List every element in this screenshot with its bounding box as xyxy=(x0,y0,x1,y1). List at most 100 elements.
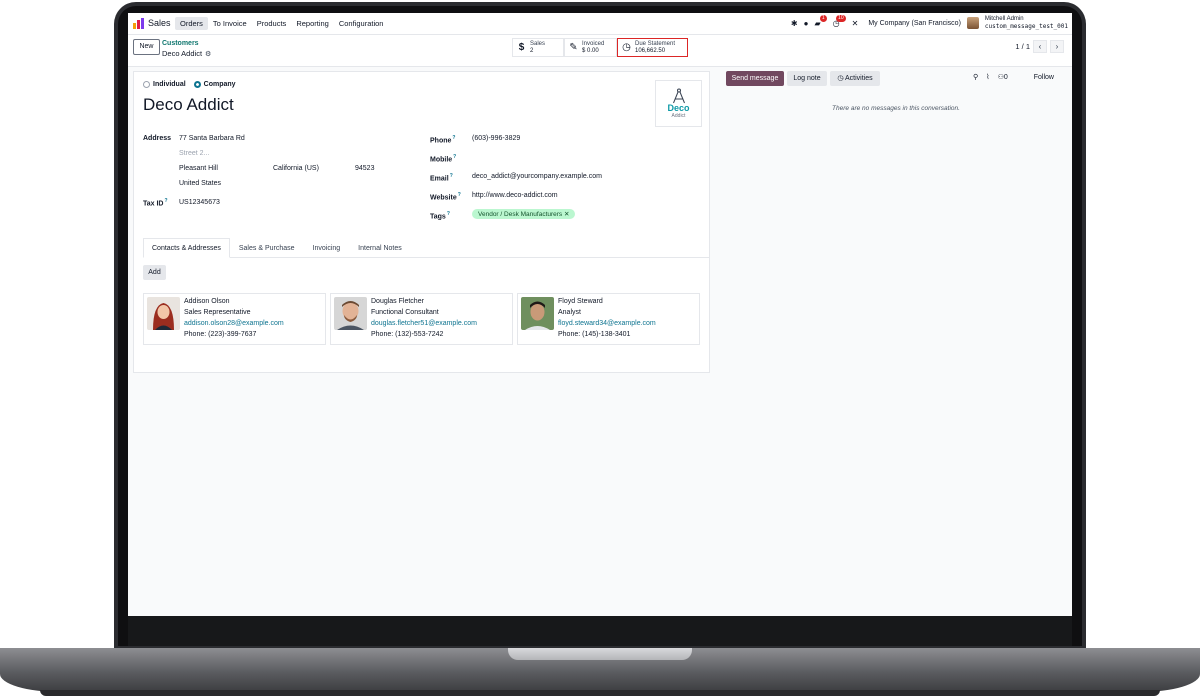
paperclip-icon[interactable]: ⌇ xyxy=(986,73,989,81)
radio-company[interactable]: Company xyxy=(193,81,236,88)
tag-remove-icon[interactable]: ✕ xyxy=(564,211,569,218)
phone-label-text: Phone xyxy=(430,137,452,145)
address-label: Address xyxy=(143,135,172,142)
tab-internal-notes[interactable]: Internal Notes xyxy=(349,238,411,258)
tax-id-field[interactable]: US12345673 xyxy=(179,199,220,206)
record-title: Deco Addict ⚙ xyxy=(162,49,211,58)
company-switcher[interactable]: My Company (San Francisco) xyxy=(868,20,961,27)
user-avatar[interactable] xyxy=(966,17,979,29)
clock-icon: ◷ xyxy=(837,75,844,82)
sales-label: Sales xyxy=(530,40,546,47)
form-sheet: Individual Company Deco Addict Deco Addi… xyxy=(133,71,710,373)
search-icon[interactable]: ⚲ xyxy=(973,73,978,81)
contact-name: Douglas Fletcher xyxy=(371,298,424,305)
chat-icon[interactable]: ▰ 1 xyxy=(814,14,827,28)
control-panel: New Customers Deco Addict ⚙ $ Sales 2 ✎ In… xyxy=(128,35,1072,67)
gear-icon[interactable]: ⚙ xyxy=(205,51,211,58)
pager: 1 / 1 ‹ › xyxy=(1015,40,1064,53)
due-statement-amount: 106,662.50 xyxy=(635,47,666,54)
radio-individual[interactable]: Individual xyxy=(143,81,186,88)
laptop-notch xyxy=(508,648,692,660)
help-icon[interactable]: ? xyxy=(453,154,456,160)
user-name: Mitchell Admin xyxy=(984,16,1024,22)
tag-vendor-desk-manufacturers[interactable]: Vendor / Desk Manufacturers ✕ xyxy=(472,209,576,219)
contact-email[interactable]: douglas.fletcher51@example.com xyxy=(371,320,477,327)
contact-avatar xyxy=(521,297,554,330)
menu-reporting[interactable]: Reporting xyxy=(291,17,334,30)
tab-contacts-addresses[interactable]: Contacts & Addresses xyxy=(143,238,230,258)
zip-field[interactable]: 94523 xyxy=(355,165,374,172)
screen: Sales Orders To Invoice Products Reporti… xyxy=(128,13,1072,616)
sales-count: 2 xyxy=(530,47,534,54)
contact-card[interactable]: Floyd Steward Analyst floyd.steward34@ex… xyxy=(517,293,700,345)
help-icon[interactable]: ? xyxy=(447,211,450,217)
followers-button[interactable]: ⚇0 xyxy=(998,73,1008,81)
tab-invoicing[interactable]: Invoicing xyxy=(304,238,350,258)
phone-field[interactable]: (603)-996-3829 xyxy=(472,135,520,142)
radio-checked-icon xyxy=(193,81,201,88)
help-icon[interactable]: ? xyxy=(450,173,453,179)
chatter-tools: ⚲ ⌇ ⚇0 Follow xyxy=(973,73,1054,82)
breadcrumb-customers[interactable]: Customers xyxy=(162,40,199,47)
clock-icon[interactable]: ◷ 10 xyxy=(833,14,846,28)
contact-phone: Phone: (223)-399-7637 xyxy=(184,331,257,338)
logo-word: Deco xyxy=(667,103,690,113)
menu-products[interactable]: Products xyxy=(252,17,292,30)
contact-role: Functional Consultant xyxy=(371,309,439,316)
send-message-button[interactable]: Send message xyxy=(726,71,784,86)
followers-count: 0 xyxy=(1003,74,1008,81)
database-name: custom_message_test_001 xyxy=(984,23,1068,30)
tags-label-text: Tags xyxy=(430,213,446,221)
bug-icon[interactable]: ✱ xyxy=(791,19,798,28)
menu-to-invoice[interactable]: To Invoice xyxy=(208,17,252,30)
street-field[interactable]: 77 Santa Barbara Rd xyxy=(179,135,245,142)
user-menu[interactable]: Mitchell Admin custom_message_test_001 xyxy=(985,16,1068,30)
new-button[interactable]: New xyxy=(133,39,160,55)
website-field[interactable]: http://www.deco-addict.com xyxy=(472,192,558,199)
phone-label: Phone? xyxy=(430,135,455,144)
email-label-text: Email xyxy=(430,175,449,183)
log-note-button[interactable]: Log note xyxy=(787,71,827,86)
clock-icon: ◷ xyxy=(622,42,631,53)
tools-icon[interactable]: ✕ xyxy=(852,19,859,28)
tab-sales-purchase[interactable]: Sales & Purchase xyxy=(230,238,304,258)
pager-next-icon[interactable]: › xyxy=(1050,40,1064,53)
help-icon[interactable]: ? xyxy=(452,135,455,141)
sales-app-icon[interactable] xyxy=(133,18,144,29)
city-field[interactable]: Pleasant Hill xyxy=(179,165,218,172)
mobile-label: Mobile? xyxy=(430,154,456,163)
app-name[interactable]: Sales xyxy=(148,18,171,28)
follow-button[interactable]: Follow xyxy=(1034,74,1054,81)
country-field[interactable]: United States xyxy=(179,180,221,187)
activities-button[interactable]: ◷ Activities xyxy=(830,71,880,86)
record-name: Deco Addict xyxy=(162,49,203,58)
contact-avatar xyxy=(147,297,180,330)
add-contact-button[interactable]: Add xyxy=(143,265,166,280)
due-statement-smart-button[interactable]: ◷ Due Statement 106,662.50 xyxy=(617,38,688,57)
contact-card[interactable]: Addison Olson Sales Representative addis… xyxy=(143,293,326,345)
contact-email[interactable]: floyd.steward34@example.com xyxy=(558,320,656,327)
invoiced-smart-button[interactable]: ✎ Invoiced $ 0.00 xyxy=(564,38,617,57)
pager-value[interactable]: 1 / 1 xyxy=(1015,42,1030,51)
pager-previous-icon[interactable]: ‹ xyxy=(1033,40,1047,53)
menu-orders[interactable]: Orders xyxy=(175,17,208,30)
users-icon[interactable]: ● xyxy=(804,19,809,28)
smart-buttons: $ Sales 2 ✎ Invoiced $ 0.00 ◷ Due Statemen… xyxy=(512,38,688,57)
tag-label: Vendor / Desk Manufacturers xyxy=(478,211,563,218)
email-label: Email? xyxy=(430,173,453,182)
contact-role: Analyst xyxy=(558,309,581,316)
partner-name-field[interactable]: Deco Addict xyxy=(143,95,234,115)
help-icon[interactable]: ? xyxy=(165,198,168,204)
menu-configuration[interactable]: Configuration xyxy=(334,17,389,30)
email-field[interactable]: deco_addict@yourcompany.example.com xyxy=(472,173,602,180)
contact-email[interactable]: addison.olson28@example.com xyxy=(184,320,284,327)
help-icon[interactable]: ? xyxy=(458,192,461,198)
sales-smart-button[interactable]: $ Sales 2 xyxy=(512,38,564,57)
partner-logo[interactable]: Deco Addict xyxy=(655,80,702,127)
state-field[interactable]: California (US) xyxy=(273,165,319,172)
activities-label: Activities xyxy=(845,75,873,82)
contact-avatar xyxy=(334,297,367,330)
logo-subword: Addict xyxy=(671,113,686,119)
street2-field[interactable]: Street 2... xyxy=(179,150,209,157)
contact-card[interactable]: Douglas Fletcher Functional Consultant d… xyxy=(330,293,513,345)
